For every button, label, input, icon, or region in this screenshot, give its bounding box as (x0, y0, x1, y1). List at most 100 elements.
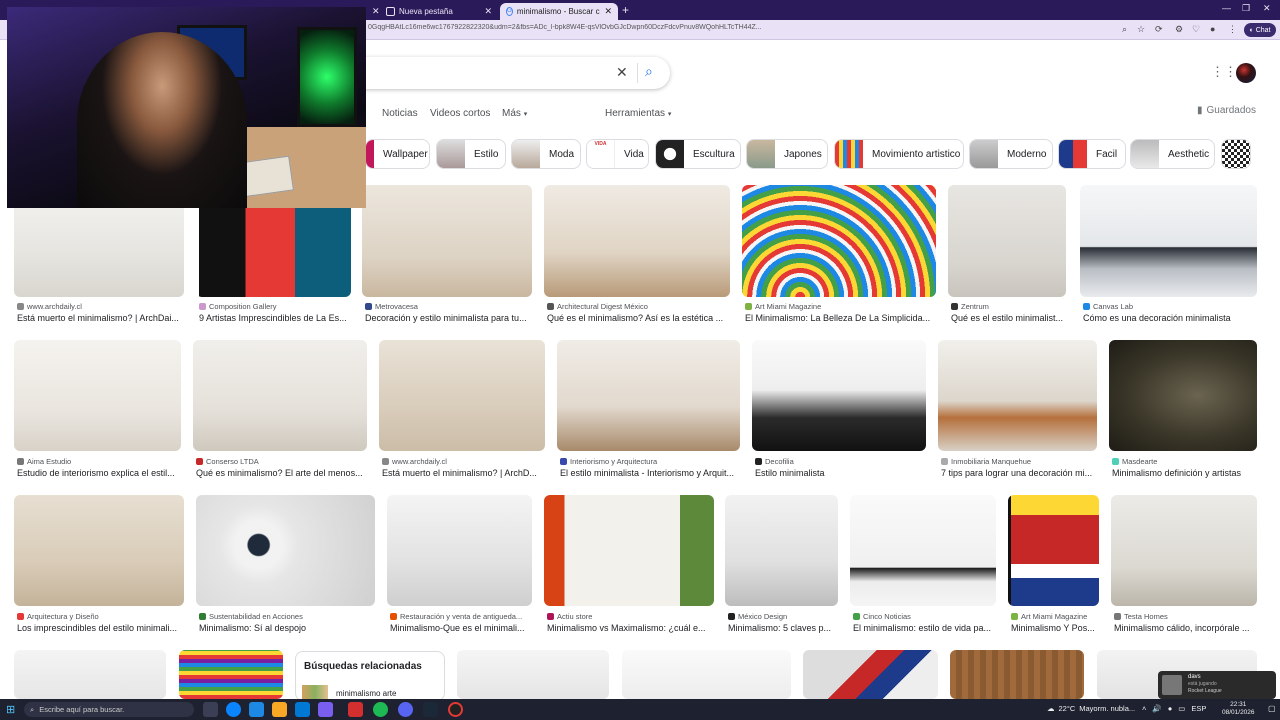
store-icon[interactable] (295, 702, 310, 717)
result-title[interactable]: Minimalismo Y Pos... (1011, 623, 1100, 633)
tab-close-partial[interactable]: ✕ (366, 3, 380, 20)
result-image[interactable] (14, 650, 166, 699)
result-card[interactable]: Inmobiliaria Manquehue 7 tips para logra… (938, 340, 1097, 480)
result-image[interactable] (725, 495, 838, 606)
search-icon[interactable]: ⌕ (645, 63, 653, 80)
result-image[interactable] (362, 185, 532, 297)
steam-icon[interactable] (423, 702, 438, 717)
chip-moderno[interactable]: Moderno (969, 139, 1053, 169)
result-title[interactable]: El estilo minimalista - Interiorismo y A… (560, 468, 741, 478)
calendar-icon[interactable] (348, 702, 363, 717)
result-title[interactable]: Decoración y estilo minimalista para tu.… (365, 313, 533, 323)
obs-icon[interactable] (448, 702, 463, 717)
nav-noticias[interactable]: Noticias (382, 108, 418, 119)
nav-videos-cortos[interactable]: Videos cortos (430, 108, 490, 119)
game-notification[interactable]: davs está jugando Rocket League (1158, 671, 1276, 699)
chip-wallpaper[interactable]: Wallpaper (365, 139, 430, 169)
chip-moda[interactable]: Moda (511, 139, 581, 169)
result-image[interactable] (196, 495, 375, 606)
result-card[interactable]: Aima Estudio Estudio de interiorismo exp… (14, 340, 181, 480)
result-card[interactable]: Conserso LTDA Qué es minimalismo? El art… (193, 340, 367, 480)
result-image[interactable] (14, 340, 181, 451)
tab-nueva-pestana-1[interactable]: Nueva pestaña ✕ (380, 3, 498, 20)
chip-japones[interactable]: Japones (746, 139, 828, 169)
chip-estilo[interactable]: Estilo (436, 139, 506, 169)
taskbar-search[interactable]: ⌕ Escribe aquí para buscar. (24, 702, 194, 717)
maximize-icon[interactable]: ❐ (1242, 3, 1250, 14)
result-card[interactable]: Art Miami Magazine El Minimalismo: La Be… (742, 185, 936, 325)
result-title[interactable]: Está muerto el minimalismo? | ArchD... (382, 468, 546, 478)
result-image[interactable] (544, 185, 730, 297)
result-card[interactable]: www.archdaily.cl Está muerto el minimali… (379, 340, 545, 480)
result-card[interactable]: Zentrum Qué es el estilo minimalist... (948, 185, 1066, 325)
result-title[interactable]: Está muerto el minimalismo? | ArchDai... (17, 313, 185, 323)
result-title[interactable]: Minimalismo: Sí al despojo (199, 623, 376, 633)
result-image[interactable] (14, 495, 184, 606)
result-card[interactable] (622, 650, 791, 699)
nav-herramientas[interactable]: Herramientas ▾ (605, 108, 671, 119)
volume-icon[interactable]: 🔊 (1152, 704, 1161, 713)
guardados-link[interactable]: ▮ Guardados (1197, 105, 1256, 116)
result-title[interactable]: Cómo es una decoración minimalista (1083, 313, 1258, 323)
result-title[interactable]: Minimalismo definición y artistas (1112, 468, 1258, 478)
clock[interactable]: 22:31 08/01/2026 (1222, 701, 1255, 717)
spotify-icon[interactable] (373, 702, 388, 717)
result-card[interactable]: Cinco Noticias El minimalismo: estilo de… (850, 495, 996, 635)
task-view-icon[interactable] (203, 702, 218, 717)
result-card[interactable]: Interiorismo y Arquitectura El estilo mi… (557, 340, 740, 480)
result-image[interactable] (938, 340, 1097, 451)
result-image[interactable] (544, 495, 714, 606)
chat-button[interactable]: ◐ Chat (1244, 23, 1276, 37)
result-image[interactable] (193, 340, 367, 451)
result-card[interactable]: Art Miami Magazine Minimalismo Y Pos... (1008, 495, 1099, 635)
file-explorer-icon[interactable] (272, 702, 287, 717)
result-image[interactable] (850, 495, 996, 606)
result-card[interactable] (14, 650, 166, 699)
result-card[interactable]: Masdearte Minimalismo definición y artis… (1109, 340, 1257, 480)
result-card[interactable]: Metrovacesa Decoración y estilo minimali… (362, 185, 532, 325)
result-image[interactable] (457, 650, 609, 699)
result-image[interactable] (742, 185, 936, 297)
result-card[interactable] (179, 650, 283, 699)
result-card[interactable] (803, 650, 938, 699)
result-image[interactable] (752, 340, 926, 451)
result-card[interactable]: Architectural Digest México Qué es el mi… (544, 185, 730, 325)
result-image[interactable] (1109, 340, 1257, 451)
avatar[interactable] (1236, 63, 1256, 83)
chip-movimiento-artistico[interactable]: Movimiento artistico (834, 139, 964, 169)
minimize-icon[interactable]: — (1222, 3, 1231, 13)
result-image[interactable] (1111, 495, 1257, 606)
chip-vida[interactable]: VIDA Vida (586, 139, 649, 169)
result-image[interactable] (950, 650, 1084, 699)
result-image[interactable] (1080, 185, 1257, 297)
result-image[interactable] (622, 650, 791, 699)
discord-icon[interactable] (398, 702, 413, 717)
chevron-up-icon[interactable]: ˄ (1142, 704, 1146, 713)
result-title[interactable]: El Minimalismo: La Belleza De La Simplic… (745, 313, 937, 323)
menu-icon[interactable]: ⋮ (1228, 24, 1237, 35)
chip-more[interactable] (1221, 139, 1251, 169)
chip-facil[interactable]: Facil (1058, 139, 1126, 169)
edge-icon[interactable] (226, 702, 241, 717)
search-icon[interactable]: ⌕ (1122, 24, 1127, 35)
result-title[interactable]: 7 tips para lograr una decoración mi... (941, 468, 1098, 478)
result-title[interactable]: 9 Artistas Imprescindibles de La Es... (199, 313, 352, 323)
result-title[interactable]: Qué es el estilo minimalist... (951, 313, 1067, 323)
result-card[interactable]: Arquitectura y Diseño Los imprescindible… (14, 495, 184, 635)
clear-icon[interactable]: ✕ (616, 64, 628, 81)
windows-start-icon[interactable]: ⊞ (6, 703, 15, 716)
result-title[interactable]: Qué es minimalismo? El arte del menos... (196, 468, 368, 478)
result-title[interactable]: Minimalismo: 5 claves p... (728, 623, 839, 633)
profile-icon[interactable]: ● (1210, 24, 1215, 34)
result-card[interactable] (950, 650, 1084, 699)
chip-escultura[interactable]: Escultura (655, 139, 741, 169)
result-title[interactable]: Minimalismo-Que es el minimali... (390, 623, 533, 633)
extension-icon[interactable]: ⚙ (1175, 24, 1183, 35)
result-image[interactable] (948, 185, 1066, 297)
weather-widget[interactable]: ☁ 22°C Mayorm. nubla... (1047, 704, 1135, 713)
result-card[interactable]: Canvas Lab Cómo es una decoración minima… (1080, 185, 1257, 325)
close-icon[interactable]: ✕ (604, 6, 612, 17)
language-indicator[interactable]: ESP (1191, 704, 1206, 713)
close-window-icon[interactable]: ✕ (1263, 3, 1271, 14)
nav-mas[interactable]: Más ▾ (502, 108, 527, 119)
